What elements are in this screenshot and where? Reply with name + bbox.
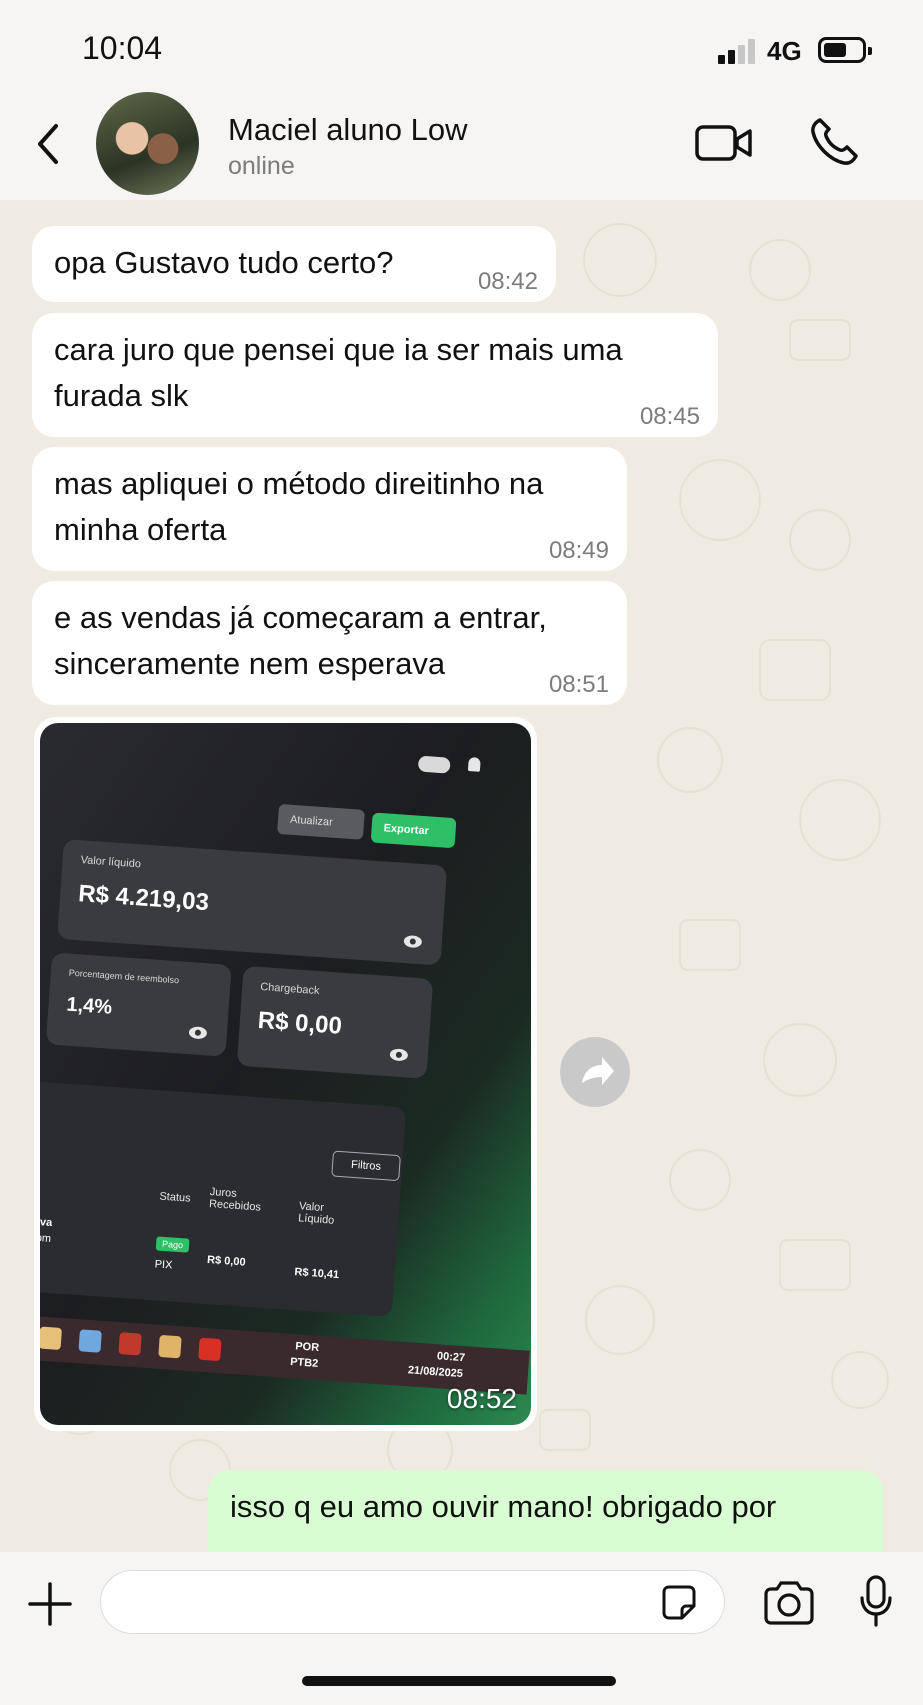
column-header: Juros Recebidos <box>208 1186 262 1214</box>
microphone-icon[interactable] <box>858 1574 894 1628</box>
chat-area[interactable]: opa Gustavo tudo certo? 08:42 cara juro … <box>0 200 923 1552</box>
video-call-icon[interactable] <box>694 120 754 166</box>
chargeback-card: Chargeback R$ 0,00 <box>236 965 434 1079</box>
taskbar-date: 21/08/2025 <box>407 1364 464 1381</box>
back-arrow-icon[interactable] <box>28 114 68 174</box>
app-icon <box>40 1326 63 1350</box>
message-bubble[interactable]: opa Gustavo tudo certo? 08:42 <box>32 226 556 302</box>
card-label: Valor líquido <box>80 854 142 871</box>
card-label: Porcentagem de reembolso <box>68 967 180 986</box>
message-line: sinceramente nem esperava <box>54 646 446 681</box>
eye-icon <box>403 934 423 949</box>
message-time: 08:49 <box>548 537 609 564</box>
juros-value: R$ 0,00 <box>206 1253 246 1269</box>
app-icon <box>78 1329 102 1353</box>
message-bubble[interactable]: mas apliquei o método direitinho na minh… <box>32 447 627 571</box>
message-composer <box>0 1552 923 1705</box>
contact-name[interactable]: Maciel aluno Low <box>228 112 468 148</box>
clock: 10:04 <box>82 30 163 66</box>
eye-icon <box>188 1026 208 1040</box>
column-header: Status <box>159 1190 191 1205</box>
message-time: 08:51 <box>548 671 609 698</box>
message-line: mas apliquei o método direitinho na <box>54 466 544 501</box>
card-label: Chargeback <box>259 981 320 998</box>
message-line: cara juro que pensei que ia ser mais uma <box>54 332 623 367</box>
message-time: 08:42 <box>477 268 538 295</box>
card-value: R$ 4.219,03 <box>77 880 210 917</box>
toggle-icon <box>417 755 451 774</box>
bell-icon <box>467 757 481 772</box>
status-bar: 10:04 4G <box>0 0 923 92</box>
status-badge: Pago <box>155 1236 190 1253</box>
battery-icon <box>818 37 872 63</box>
photo-atualizar-button: Atualizar <box>277 803 365 840</box>
chat-header: Maciel aluno Low online <box>0 92 923 200</box>
forward-icon <box>582 1057 614 1085</box>
customer-name: e Silva <box>40 1215 53 1230</box>
card-value: R$ 0,00 <box>257 1006 343 1040</box>
camera-icon[interactable] <box>762 1580 816 1626</box>
valor-liquido-card: Valor líquido R$ 4.219,03 <box>57 838 448 966</box>
customer-email: ail.com <box>40 1230 52 1246</box>
avatar[interactable] <box>96 92 199 195</box>
dashboard-photo: Atualizar Exportar Valor líquido R$ 4.21… <box>40 753 531 1395</box>
message-line: furada slk <box>54 378 189 413</box>
message-bubble[interactable]: cara juro que pensei que ia ser mais uma… <box>32 313 718 437</box>
keyboard-layout: PTB2 <box>289 1356 319 1370</box>
message-line: e as vendas já começaram a entrar, <box>54 600 547 635</box>
card-value: 1,4% <box>65 993 113 1019</box>
message-line: minha oferta <box>54 512 227 547</box>
contact-status: online <box>228 152 295 180</box>
payment-method: PIX <box>154 1258 173 1272</box>
message-line: opa Gustavo tudo certo? <box>54 245 394 280</box>
app-icon <box>158 1334 182 1359</box>
forward-button[interactable] <box>560 1037 630 1107</box>
network-type: 4G <box>767 36 802 66</box>
sticker-icon[interactable] <box>658 1582 700 1624</box>
signal-icon <box>718 36 758 64</box>
media-time: 08:52 <box>446 1383 517 1414</box>
photo-exportar-button: Exportar <box>370 812 457 849</box>
message-bubble[interactable]: e as vendas já começaram a entrar, since… <box>32 581 627 705</box>
message-input[interactable] <box>100 1570 725 1634</box>
message-line: isso q eu amo ouvir mano! obrigado por <box>230 1489 777 1524</box>
pdf-app-icon <box>198 1337 222 1362</box>
phone-icon[interactable] <box>806 114 862 170</box>
sales-table: Filtros Status Juros Recebidos Valor Líq… <box>40 1080 407 1317</box>
outgoing-message-bubble[interactable]: isso q eu amo ouvir mano! obrigado por <box>208 1470 883 1552</box>
column-header: Valor Líquido <box>297 1200 335 1227</box>
media-message[interactable]: Atualizar Exportar Valor líquido R$ 4.21… <box>34 717 537 1431</box>
valor-value: R$ 10,41 <box>294 1266 340 1282</box>
plus-icon[interactable] <box>26 1580 74 1628</box>
taskbar-time: 00:27 <box>436 1350 466 1365</box>
home-indicator[interactable] <box>302 1676 616 1686</box>
reembolso-card: Porcentagem de reembolso 1,4% <box>45 952 232 1057</box>
input-language: POR <box>294 1340 320 1354</box>
message-time: 08:45 <box>639 403 700 430</box>
app-icon <box>118 1332 142 1356</box>
photo-attachment[interactable]: Atualizar Exportar Valor líquido R$ 4.21… <box>40 723 531 1425</box>
eye-icon <box>389 1048 409 1062</box>
photo-filtros-button: Filtros <box>331 1150 401 1182</box>
